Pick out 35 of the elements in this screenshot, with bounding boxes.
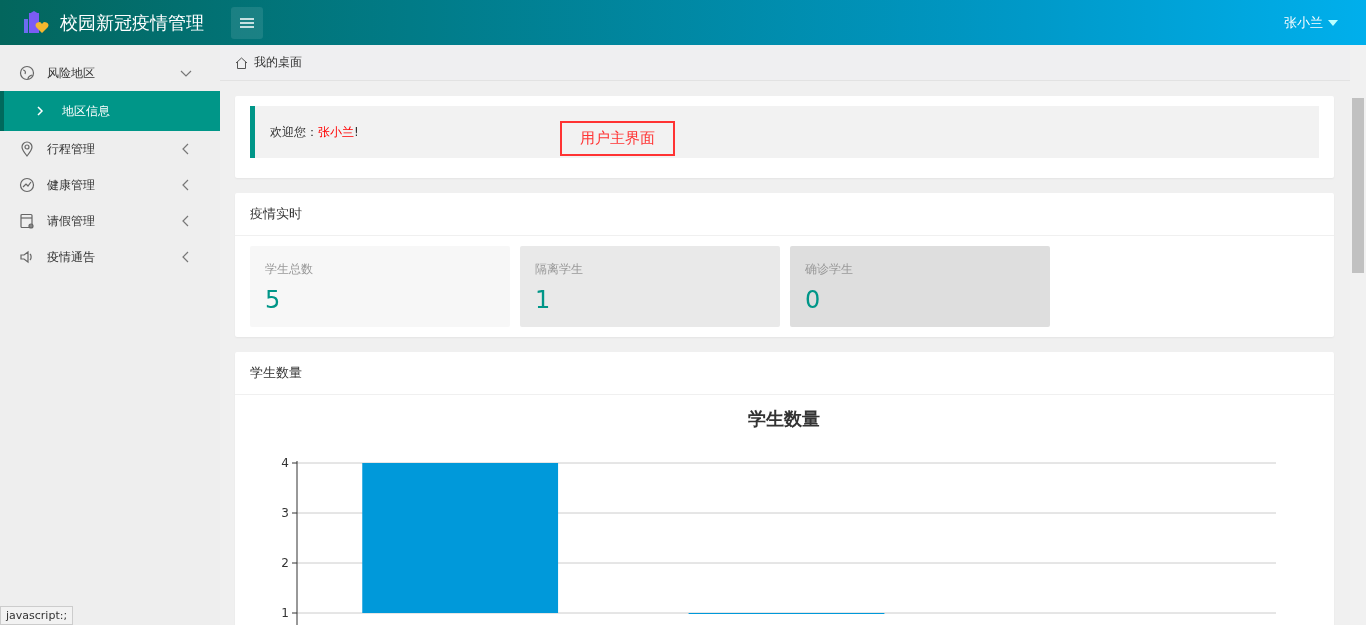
building-heart-icon — [24, 10, 50, 35]
home-icon — [235, 56, 248, 69]
menu-button[interactable] — [231, 6, 263, 39]
sidebar-subitem[interactable]: 地区信息 — [0, 91, 220, 131]
nav-icon — [19, 213, 35, 229]
stat-label: 隔离学生 — [535, 261, 583, 278]
nav-icon — [19, 177, 35, 193]
menu-icon — [240, 17, 254, 28]
chevron-icon — [36, 106, 44, 116]
status-bar-url: javascript:; — [0, 606, 74, 625]
app-title: 校园新冠疫情管理 — [60, 10, 204, 35]
stat-value: 0 — [805, 286, 821, 314]
card-title: 疫情实时 — [235, 193, 1334, 236]
sidebar-item[interactable]: 疫情通告 — [0, 239, 220, 275]
stat-label: 确诊学生 — [805, 261, 853, 278]
sidebar-item[interactable]: 风险地区 — [0, 55, 220, 91]
nav-icon — [19, 249, 35, 265]
nav-icon — [19, 65, 35, 81]
axis-tick-label: 4 — [281, 456, 289, 470]
sidebar-item[interactable]: 请假管理 — [0, 203, 220, 239]
axis-tick-label: 2 — [281, 556, 289, 570]
nav-icon — [19, 141, 35, 157]
chart-title: 学生数量 — [748, 408, 820, 429]
axis-tick-label: 1 — [281, 606, 289, 620]
axis-tick-label: 3 — [281, 506, 289, 520]
welcome-text: 欢迎您：张小兰! — [270, 123, 359, 141]
sidebar-item[interactable]: 行程管理 — [0, 131, 220, 167]
stat-value: 1 — [535, 286, 551, 314]
annotation-label: 用户主界面 — [560, 121, 675, 156]
caret-icon — [1328, 19, 1338, 26]
stat-value: 5 — [265, 286, 281, 314]
sidebar-item[interactable]: 健康管理 — [0, 167, 220, 203]
breadcrumb-link[interactable]: 我的桌面 — [254, 54, 302, 71]
card-title: 学生数量 — [235, 352, 1334, 395]
stat-label: 学生总数 — [265, 261, 313, 278]
